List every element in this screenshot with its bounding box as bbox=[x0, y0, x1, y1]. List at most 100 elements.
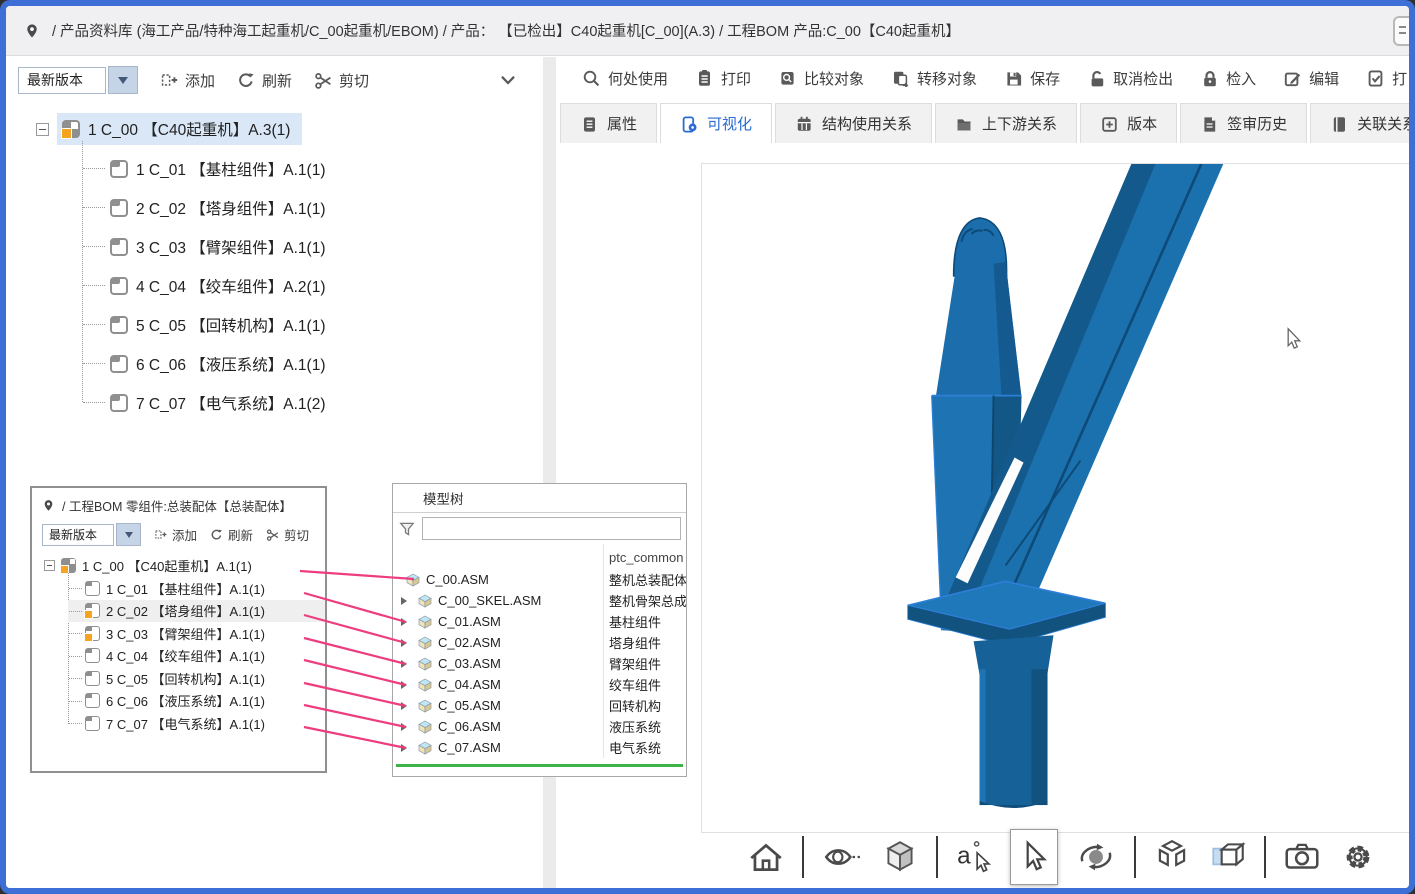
version-select-value[interactable]: 最新版本 bbox=[42, 524, 114, 546]
tab-structure-usage[interactable]: 结构使用关系 bbox=[775, 103, 932, 143]
button-label: 编辑 bbox=[1309, 68, 1339, 89]
shaded-cube-icon[interactable] bbox=[880, 837, 920, 877]
expand-arrow-icon[interactable] bbox=[401, 723, 411, 731]
save-button[interactable]: 保存 bbox=[1004, 68, 1060, 89]
expand-arrow-icon[interactable] bbox=[401, 681, 411, 689]
tab-label: 可视化 bbox=[707, 113, 752, 134]
version-select[interactable]: 最新版本 bbox=[18, 66, 138, 94]
collapse-toggle[interactable] bbox=[36, 123, 49, 136]
tab-associations[interactable]: 关联关系 bbox=[1310, 103, 1409, 143]
model-tree-row[interactable]: C_00_SKEL.ASM整机骨架总成 bbox=[393, 590, 686, 611]
expand-arrow-icon[interactable] bbox=[401, 660, 411, 668]
tree-row[interactable]: 6 C_06 【液压系统】A.1(1) bbox=[82, 344, 543, 383]
tree-row[interactable]: 1 C_01 【基柱组件】A.1(1) bbox=[82, 149, 543, 188]
home-icon[interactable] bbox=[746, 837, 786, 877]
annotation-select-icon[interactable] bbox=[954, 837, 994, 877]
tab-versions[interactable]: 版本 bbox=[1080, 103, 1177, 143]
tree-row[interactable]: 5 C_05 【回转机构】A.1(1) bbox=[82, 305, 543, 344]
tree-row[interactable]: 3 C_03 【臂架组件】A.1(1) bbox=[82, 227, 543, 266]
tree-row[interactable]: 2 C_02 【塔身组件】A.1(1) bbox=[82, 188, 543, 227]
compare-objects-button[interactable]: 比较对象 bbox=[778, 68, 864, 89]
model-tree-row[interactable]: C_05.ASM回转机构 bbox=[393, 695, 686, 716]
model-tree-window[interactable]: 模型树 ptc_common C_00.ASM整机总装配体 C_00_SKEL.… bbox=[392, 483, 687, 777]
cut-button[interactable]: 剪切 bbox=[266, 525, 309, 544]
scissors-icon bbox=[266, 528, 279, 541]
tree-row[interactable]: 4 C_04 【绞车组件】A.2(1) bbox=[82, 266, 543, 305]
orbit-icon[interactable] bbox=[1074, 837, 1118, 877]
add-button[interactable]: 添加 bbox=[154, 525, 197, 544]
filter-input[interactable] bbox=[422, 517, 681, 540]
explode-icon[interactable] bbox=[1152, 837, 1192, 877]
checkin-button[interactable]: 检入 bbox=[1200, 68, 1256, 89]
visibility-icon[interactable] bbox=[820, 837, 864, 877]
filter-funnel-icon[interactable] bbox=[398, 520, 416, 538]
refresh-button[interactable]: 刷新 bbox=[237, 70, 292, 91]
settings-gear-icon[interactable] bbox=[1338, 837, 1378, 877]
expand-arrow-icon[interactable] bbox=[401, 618, 411, 626]
model-tree-row[interactable]: C_03.ASM臂架组件 bbox=[393, 653, 686, 674]
version-select-dropdown-button[interactable] bbox=[116, 523, 141, 546]
tree-row-root[interactable]: 1 C_00 【C40起重机】A.1(1) bbox=[44, 554, 325, 577]
button-label: 打印 bbox=[721, 68, 751, 89]
selected-node[interactable]: 1 C_00 【C40起重机】A.3(1) bbox=[57, 113, 302, 145]
part-icon bbox=[110, 355, 128, 373]
tree-row[interactable]: 6 C_06 【液压系统】A.1(1) bbox=[68, 690, 325, 713]
expand-arrow-icon[interactable] bbox=[401, 744, 411, 752]
part-icon bbox=[85, 671, 100, 686]
cut-button-label: 剪切 bbox=[284, 525, 309, 544]
model-tree-row[interactable]: C_06.ASM液压系统 bbox=[393, 716, 686, 737]
select-cursor-icon bbox=[1014, 837, 1054, 877]
book-icon bbox=[1330, 115, 1348, 133]
version-select[interactable]: 最新版本 bbox=[42, 523, 141, 546]
tab-review-history[interactable]: 签审历史 bbox=[1180, 103, 1307, 143]
camera-icon[interactable] bbox=[1282, 837, 1322, 877]
views-icon[interactable] bbox=[1208, 837, 1248, 877]
tree-node-label: 5 C_05 【回转机构】A.1(1) bbox=[136, 314, 326, 336]
tab-properties[interactable]: 属性 bbox=[560, 103, 657, 143]
undo-checkout-button[interactable]: 取消检出 bbox=[1087, 68, 1173, 89]
3d-viewport[interactable] bbox=[701, 163, 1409, 833]
tab-visualization[interactable]: 可视化 bbox=[660, 103, 772, 143]
overlay-bom-window[interactable]: / 工程BOM 零组件:总装配体【总装配体】 最新版本 添加 刷新 剪切 1 C… bbox=[30, 486, 327, 773]
tree-row-root[interactable]: 1 C_00 【C40起重机】A.3(1) bbox=[36, 109, 543, 149]
cut-button[interactable]: 剪切 bbox=[314, 70, 369, 91]
calendar-grid-icon bbox=[795, 115, 813, 133]
tree-row[interactable]: 7 C_07 【电气系统】A.1(1) bbox=[68, 712, 325, 735]
chevron-down-icon[interactable] bbox=[499, 71, 517, 89]
tab-upstream-downstream[interactable]: 上下游关系 bbox=[935, 103, 1077, 143]
select-cursor-active-button[interactable] bbox=[1010, 829, 1058, 885]
part-icon bbox=[110, 394, 128, 412]
where-used-button[interactable]: 何处使用 bbox=[582, 68, 668, 89]
tree-row[interactable]: 1 C_01 【基柱组件】A.1(1) bbox=[68, 577, 325, 600]
column-header[interactable]: ptc_common bbox=[609, 550, 685, 565]
collapse-toggle[interactable] bbox=[44, 560, 55, 571]
tree-row[interactable]: 5 C_05 【回转机构】A.1(1) bbox=[68, 667, 325, 690]
breadcrumb[interactable]: / 产品资料库 (海工产品/特种海工起重机/C_00起重机/EBOM) / 产品… bbox=[52, 20, 960, 41]
tree-row[interactable]: 4 C_04 【绞车组件】A.1(1) bbox=[68, 645, 325, 668]
open-button-truncated[interactable]: 打 bbox=[1366, 68, 1407, 89]
model-tree-row[interactable]: C_01.ASM基柱组件 bbox=[393, 611, 686, 632]
expand-arrow-icon[interactable] bbox=[401, 597, 411, 605]
tree-row[interactable]: 2 C_02 【塔身组件】A.1(1) bbox=[68, 600, 325, 623]
model-tree-row[interactable]: C_04.ASM绞车组件 bbox=[393, 674, 686, 695]
print-button[interactable]: 打印 bbox=[695, 68, 751, 89]
model-tree-row[interactable]: C_07.ASM电气系统 bbox=[393, 737, 686, 758]
tree-row[interactable]: 3 C_03 【臂架组件】A.1(1) bbox=[68, 622, 325, 645]
add-icon bbox=[154, 528, 167, 541]
model-tree-row[interactable]: C_02.ASM塔身组件 bbox=[393, 632, 686, 653]
history-doc-icon bbox=[1200, 115, 1218, 133]
refresh-button[interactable]: 刷新 bbox=[210, 525, 253, 544]
edit-button[interactable]: 编辑 bbox=[1283, 68, 1339, 89]
add-button[interactable]: 添加 bbox=[160, 70, 215, 91]
model-file-name: C_02.ASM bbox=[438, 635, 501, 650]
expand-arrow-icon[interactable] bbox=[401, 702, 411, 710]
version-select-value[interactable]: 最新版本 bbox=[18, 67, 106, 94]
model-tree-row[interactable]: C_00.ASM整机总装配体 bbox=[393, 569, 686, 590]
expand-arrow-icon[interactable] bbox=[401, 639, 411, 647]
collapsed-panel-button[interactable] bbox=[1393, 16, 1409, 46]
version-select-dropdown-button[interactable] bbox=[108, 66, 138, 94]
assembly-cube-icon bbox=[417, 656, 433, 672]
transfer-objects-button[interactable]: 转移对象 bbox=[891, 68, 977, 89]
refresh-button-label: 刷新 bbox=[262, 70, 292, 91]
tree-row[interactable]: 7 C_07 【电气系统】A.1(2) bbox=[82, 383, 543, 422]
